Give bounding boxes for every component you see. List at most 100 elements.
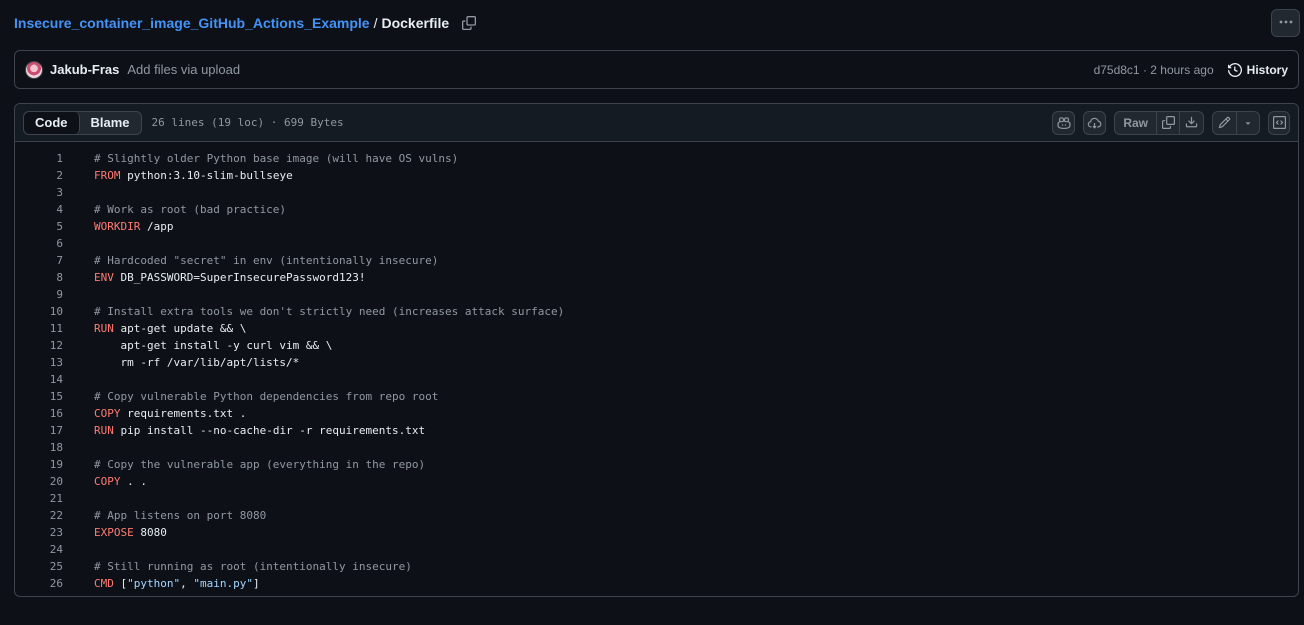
code-token-keyword: COPY [94,475,121,488]
line-number[interactable]: 10 [15,305,63,318]
line-content: # Work as root (bad practice) [94,203,286,216]
pencil-icon [1218,116,1231,129]
download-icon [1185,116,1198,128]
line-number[interactable]: 9 [15,288,63,301]
avatar[interactable] [25,60,43,79]
file-viewer: Code Blame 26 lines (19 loc) · 699 Bytes… [14,103,1299,597]
code-token-plain: DB_PASSWORD=SuperInsecurePassword123! [113,271,366,284]
raw-button[interactable]: Raw [1115,111,1157,134]
line-content: EXPOSE 8080 [94,526,167,539]
line-number[interactable]: 6 [15,237,63,250]
history-icon [1227,62,1242,77]
code-line: 15 # Copy vulnerable Python dependencies … [15,388,1298,405]
line-number[interactable]: 8 [15,271,63,284]
line-number[interactable]: 14 [15,373,63,386]
code-line: 16 COPY requirements.txt . [15,405,1298,422]
code-line: 19 # Copy the vulnerable app (everything … [15,456,1298,473]
line-content: COPY . . [94,475,147,488]
download-button[interactable] [1180,112,1203,134]
line-content: WORKDIR /app [94,220,173,233]
line-number[interactable]: 26 [15,577,63,590]
copy-icon [1161,116,1175,129]
code-line: 21 [15,490,1298,507]
code-token-plain: , [180,577,194,590]
line-number[interactable]: 5 [15,220,63,233]
code-line: 22 # App listens on port 8080 [15,507,1298,524]
commit-author[interactable]: Jakub-Fras [50,62,119,77]
code-token-plain: /app [140,220,174,233]
commit-meta: d75d8c1 · 2 hours ago History [1094,62,1288,77]
copy-raw-button[interactable] [1157,111,1180,134]
code-token-comment: # Slightly older Python base image (will… [94,152,459,165]
code-token-keyword: CMD [94,577,114,590]
line-content: rm -rf /var/lib/apt/lists/* [94,356,299,369]
code-token-keyword: ENV [94,271,114,284]
code-line: 18 [15,439,1298,456]
codespaces-button[interactable] [1083,110,1107,135]
line-content: # App listens on port 8080 [94,509,266,522]
file-info: 26 lines (19 loc) · 699 Bytes [151,116,344,129]
line-number[interactable]: 1 [15,152,63,165]
line-content: apt-get install -y curl vim && \ [94,339,332,352]
line-number[interactable]: 24 [15,543,63,556]
copy-icon[interactable] [461,15,477,31]
line-number[interactable]: 13 [15,356,63,369]
code-line: 14 [15,371,1298,388]
commit-message[interactable]: Add files via upload [127,62,240,77]
line-number[interactable]: 2 [15,169,63,182]
line-number[interactable]: 12 [15,339,63,352]
line-content: # Copy vulnerable Python dependencies fr… [94,390,438,403]
breadcrumb: Insecure_container_image_GitHub_Actions_… [14,13,477,33]
more-options-button[interactable] [1271,9,1300,37]
code-token-comment: # Install extra tools we don't strictly … [94,305,565,318]
line-content: RUN apt-get update && \ [94,322,246,335]
line-number[interactable]: 17 [15,424,63,437]
history-button[interactable]: History [1227,62,1288,77]
code-token-comment: # Hardcoded "secret" in env (intentional… [94,254,439,267]
file-toolbar: Raw [1052,110,1290,135]
line-content: FROM python:3.10-slim-bullseye [94,169,293,182]
line-number[interactable]: 22 [15,509,63,522]
line-number[interactable]: 25 [15,560,63,573]
code-token-plain: python:3.10-slim-bullseye [120,169,293,182]
line-number[interactable]: 19 [15,458,63,471]
breadcrumb-file-name: Dockerfile [381,15,450,31]
line-number[interactable]: 15 [15,390,63,403]
line-number[interactable]: 23 [15,526,63,539]
tab-blame[interactable]: Blame [80,112,141,134]
line-number[interactable]: 20 [15,475,63,488]
edit-dropdown-button[interactable] [1237,112,1259,134]
code-token-plain: ] [252,577,260,590]
line-number[interactable]: 7 [15,254,63,267]
line-number[interactable]: 16 [15,407,63,420]
latest-commit-bar: Jakub-Fras Add files via upload d75d8c1 … [14,50,1299,89]
code-token-plain: [ [113,577,128,590]
code-line: 13 rm -rf /var/lib/apt/lists/* [15,354,1298,371]
line-content: COPY requirements.txt . [94,407,246,420]
line-number[interactable]: 4 [15,203,63,216]
code-token-keyword: RUN [94,424,114,437]
line-number[interactable]: 11 [15,322,63,335]
code-token-keyword: WORKDIR [94,220,141,233]
line-content: # Slightly older Python base image (will… [94,152,458,165]
code-line: 5 WORKDIR /app [15,218,1298,235]
line-content: # Hardcoded "secret" in env (intentional… [94,254,438,267]
code-line: 2 FROM python:3.10-slim-bullseye [15,167,1298,184]
edit-file-button[interactable] [1213,111,1237,134]
tab-code[interactable]: Code [24,111,80,134]
line-number[interactable]: 18 [15,441,63,454]
commit-sha-time[interactable]: d75d8c1 · 2 hours ago [1094,63,1214,77]
copilot-button[interactable] [1052,110,1076,135]
symbols-panel-button[interactable] [1268,110,1290,135]
code-line: 9 [15,286,1298,303]
line-number[interactable]: 3 [15,186,63,199]
view-toggle: Code Blame [23,110,142,135]
code-line: 10 # Install extra tools we don't strictl… [15,303,1298,320]
copilot-icon [1057,116,1071,129]
raw-actions-group: Raw [1114,110,1204,135]
line-content: # Install extra tools we don't strictly … [94,305,564,318]
code-token-keyword: EXPOSE [94,526,134,539]
code-token-comment: # Work as root (bad practice) [94,203,287,216]
breadcrumb-repo-link[interactable]: Insecure_container_image_GitHub_Actions_… [14,15,370,31]
line-number[interactable]: 21 [15,492,63,505]
